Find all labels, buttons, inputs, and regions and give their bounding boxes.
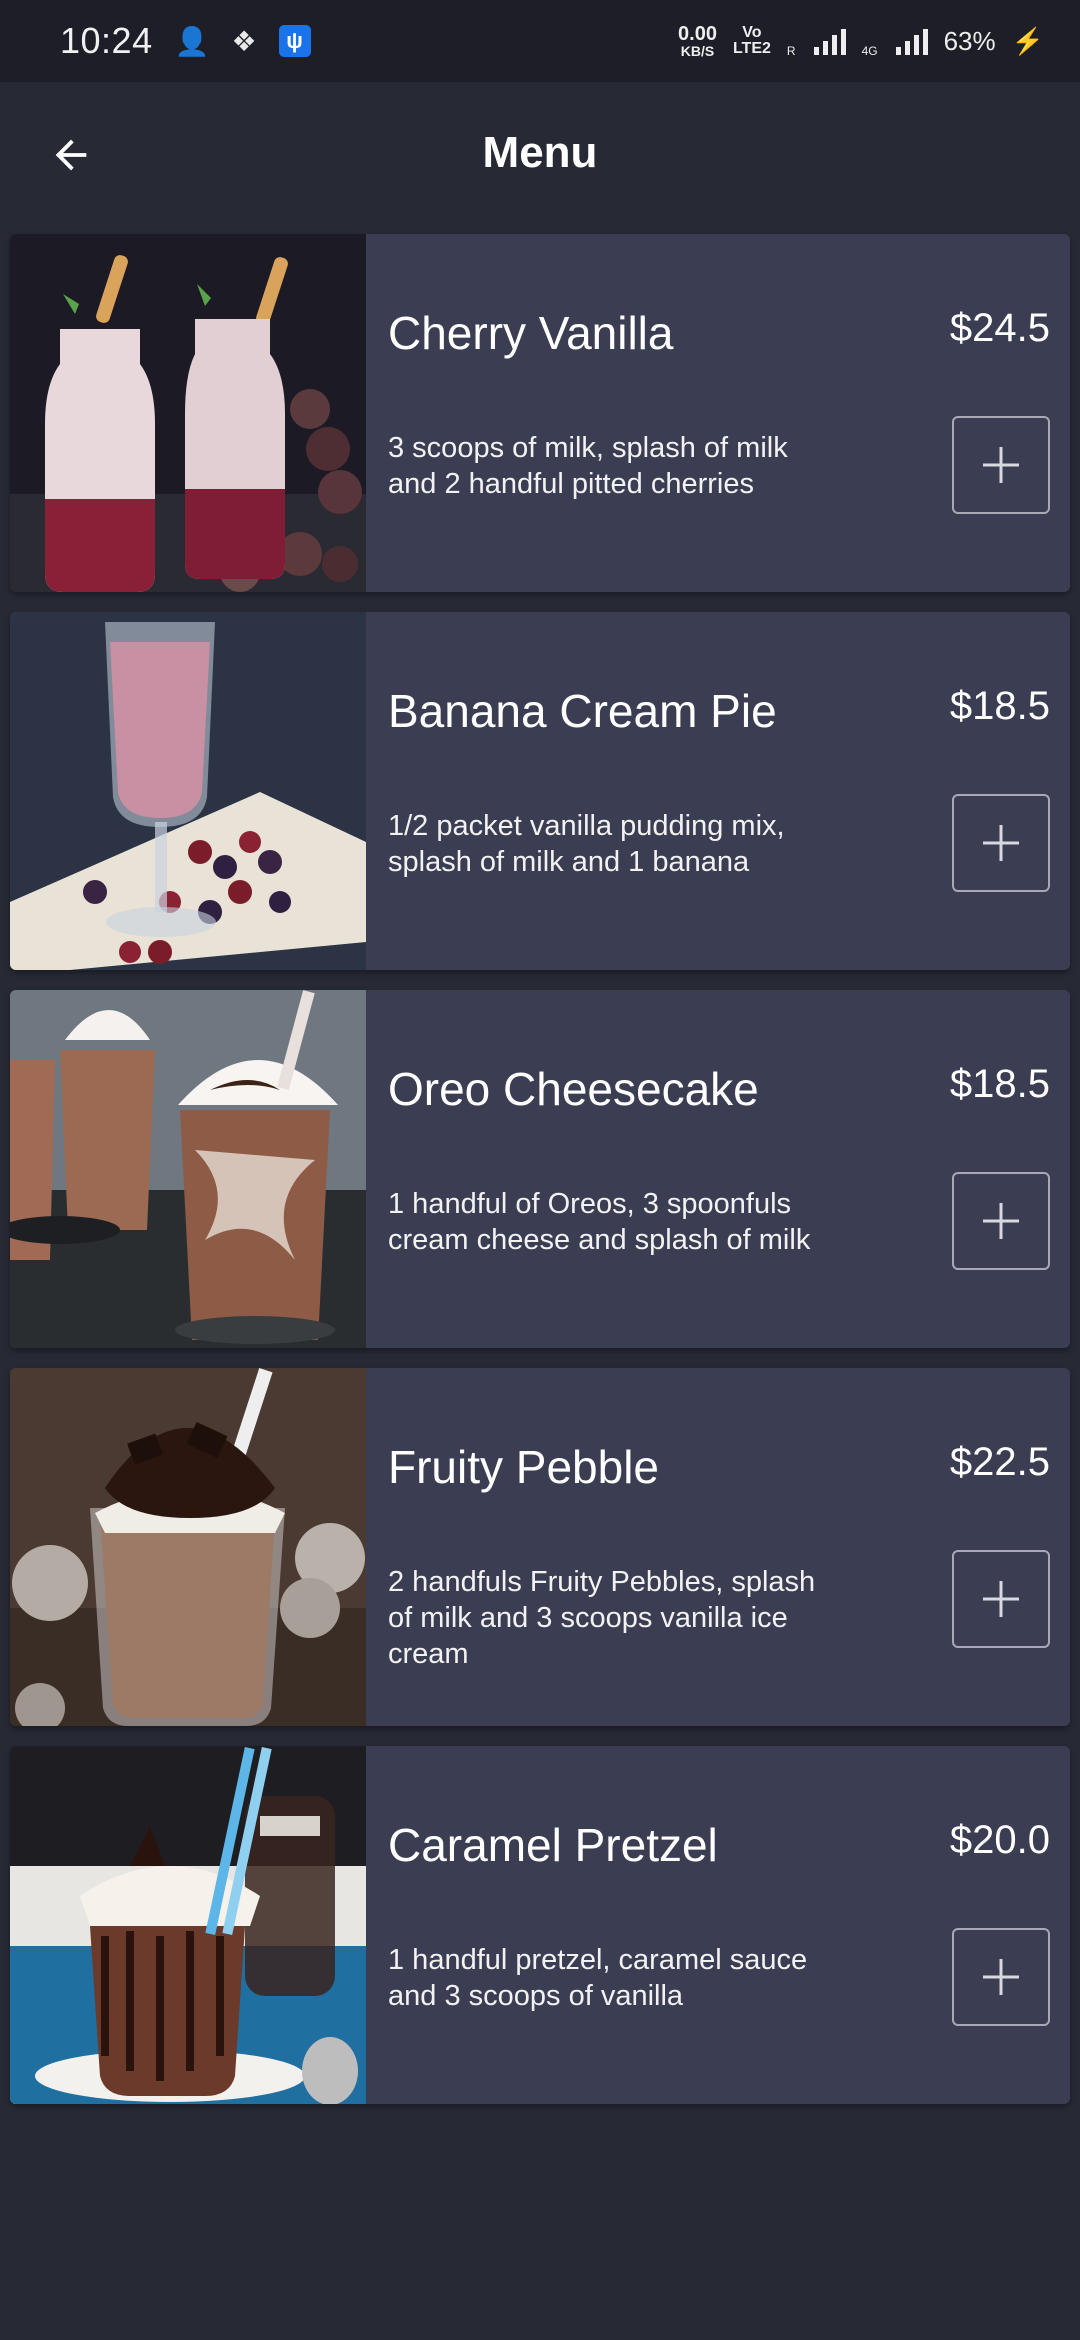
menu-item-name: Oreo Cheesecake [388, 1063, 759, 1115]
menu-list: Cherry Vanilla $24.5 3 scoops of milk, s… [10, 234, 1070, 2124]
status-bar-left: 10:24 👤 ❖ ψ [60, 20, 311, 62]
battery-level: 63% [943, 25, 996, 56]
add-to-cart-button[interactable] [952, 1172, 1050, 1270]
menu-item-description: 1 handful pretzel, caramel sauce and 3 s… [388, 1944, 808, 2012]
add-to-cart-button[interactable] [952, 794, 1050, 892]
plus-icon [983, 1203, 1019, 1239]
add-to-cart-button[interactable] [952, 1928, 1050, 2026]
menu-item-card[interactable]: Banana Cream Pie $18.5 1/2 packet vanill… [10, 612, 1070, 970]
network-type-label: 4G [861, 44, 878, 58]
menu-item-price: $20.0 [949, 1818, 1050, 1862]
signal-strength-icon [813, 27, 846, 55]
menu-item-name: Cherry Vanilla [388, 307, 674, 359]
volte-bottom: LTE2 [732, 40, 771, 57]
plus-icon [983, 447, 1019, 483]
satellite-icon: ❖ [231, 25, 257, 57]
charging-icon: ⚡ [1011, 25, 1044, 56]
menu-item-description: 1 handful of Oreos, 3 spoonfuls cream ch… [388, 1188, 811, 1256]
menu-item-description: 2 handfuls Fruity Pebbles, splash of mil… [388, 1566, 816, 1670]
network-speed-unit: KB/S [680, 43, 715, 59]
menu-item-image [10, 1368, 366, 1726]
volte-indicator: Vo LTE2 [733, 25, 771, 57]
menu-item-name: Fruity Pebble [388, 1441, 660, 1493]
menu-item-card[interactable]: Fruity Pebble $22.5 2 handfuls Fruity Pe… [10, 1368, 1070, 1726]
menu-item-description: 1/2 packet vanilla pudding mix, splash o… [388, 810, 785, 878]
network-speed: 0.00 KB/S [678, 24, 717, 58]
menu-item-card[interactable]: Cherry Vanilla $24.5 3 scoops of milk, s… [10, 234, 1070, 592]
menu-item-name: Caramel Pretzel [388, 1819, 718, 1871]
menu-item-image [10, 990, 366, 1348]
plus-icon [983, 825, 1019, 861]
menu-item-image [10, 1746, 366, 2104]
menu-item-card[interactable]: Oreo Cheesecake $18.5 1 handful of Oreos… [10, 990, 1070, 1348]
menu-item-name: Banana Cream Pie [388, 685, 777, 737]
menu-item-price: $24.5 [949, 306, 1050, 350]
add-to-cart-button[interactable] [952, 1550, 1050, 1648]
status-bar: 10:24 👤 ❖ ψ 0.00 KB/S Vo LTE2 R 4G 63% ⚡ [0, 0, 1080, 82]
volte-top: Vo [742, 24, 762, 41]
status-time: 10:24 [60, 20, 153, 61]
menu-item-price: $22.5 [949, 1440, 1050, 1484]
menu-item-image [10, 612, 366, 970]
menu-item-image [10, 234, 366, 592]
network-speed-value: 0.00 [678, 23, 717, 45]
menu-item-price: $18.5 [949, 1062, 1050, 1106]
menu-item-description: 3 scoops of milk, splash of milk and 2 h… [388, 432, 788, 500]
status-bar-right: 0.00 KB/S Vo LTE2 R 4G 63% ⚡ [678, 24, 1044, 58]
plus-icon [983, 1581, 1019, 1617]
menu-item-price: $18.5 [949, 684, 1050, 728]
top-app-bar: Menu [0, 82, 1080, 224]
signal-strength-2-icon [895, 27, 928, 55]
add-person-icon: 👤 [174, 25, 210, 57]
plus-icon [983, 1959, 1019, 1995]
usb-icon: ψ [278, 25, 311, 57]
roaming-label: R [786, 44, 796, 58]
menu-item-card[interactable]: Caramel Pretzel $20.0 1 handful pretzel,… [10, 1746, 1070, 2104]
page-title: Menu [482, 128, 598, 177]
add-to-cart-button[interactable] [952, 416, 1050, 514]
